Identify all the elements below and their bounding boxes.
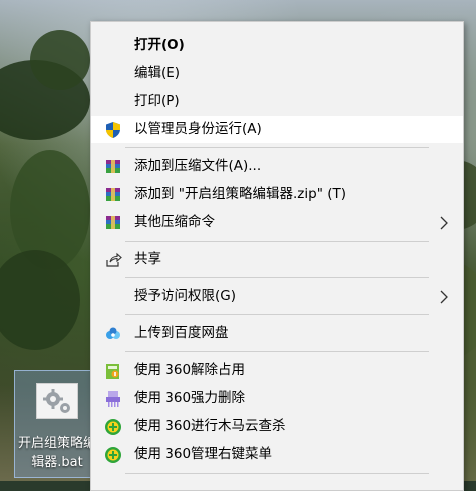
360-scan-icon (104, 418, 122, 436)
menu-item-label: 添加到压缩文件(A)... (134, 158, 262, 174)
batch-file-gear-icon (36, 383, 78, 419)
winrar-archive-icon (104, 158, 122, 176)
menu-separator (125, 473, 429, 474)
menu-separator (125, 314, 429, 315)
menu-item-label: 使用 360管理右键菜单 (134, 446, 273, 462)
menu-separator (125, 351, 429, 352)
360-shred-icon (104, 390, 122, 408)
winrar-archive-icon (104, 186, 122, 204)
menu-item-share[interactable]: 共享 (91, 246, 463, 273)
desktop-file-item[interactable]: 开启组策略编 辑器.bat (14, 370, 98, 478)
menu-item-360-unlock[interactable]: 使用 360解除占用 (91, 357, 463, 384)
menu-separator (125, 241, 429, 242)
menu-item-add-to-zip[interactable]: 添加到 "开启组策略编辑器.zip" (T) (91, 181, 463, 208)
baidu-netdisk-icon (104, 325, 122, 343)
menu-item-360-menu[interactable]: 使用 360管理右键菜单 (91, 441, 463, 468)
menu-separator (125, 277, 429, 278)
menu-item-label: 打印(P) (134, 93, 180, 109)
menu-item-360-shred[interactable]: 使用 360强力删除 (91, 385, 463, 412)
360-unlock-icon (104, 362, 122, 380)
menu-item-label: 共享 (134, 251, 161, 267)
menu-item-label: 其他压缩命令 (134, 214, 215, 230)
menu-item-label: 打开(O) (134, 37, 185, 53)
menu-item-other-compress[interactable]: 其他压缩命令 (91, 209, 463, 236)
menu-item-add-to-archive[interactable]: 添加到压缩文件(A)... (91, 153, 463, 180)
menu-item-label: 添加到 "开启组策略编辑器.zip" (T) (134, 186, 346, 202)
menu-item-print[interactable]: 打印(P) (91, 88, 463, 115)
desktop-file-name: 开启组策略编 辑器.bat (17, 436, 96, 470)
menu-item-360-scan[interactable]: 使用 360进行木马云查杀 (91, 413, 463, 440)
menu-item-open[interactable]: 打开(O) (91, 32, 463, 59)
chevron-right-icon (439, 215, 449, 231)
menu-item-baidu-upload[interactable]: 上传到百度网盘 (91, 320, 463, 347)
menu-item-label: 编辑(E) (134, 65, 181, 81)
menu-item-run-as-admin[interactable]: 以管理员身份运行(A) (91, 116, 463, 143)
menu-item-grant-access[interactable]: 授予访问权限(G) (91, 283, 463, 310)
chevron-right-icon (439, 289, 449, 305)
menu-item-label: 使用 360解除占用 (134, 362, 246, 378)
menu-separator (125, 147, 429, 148)
360-manage-icon (104, 446, 122, 464)
share-icon (104, 251, 122, 269)
winrar-archive-icon (104, 214, 122, 232)
menu-item-label: 使用 360进行木马云查杀 (134, 418, 286, 434)
uac-shield-icon (104, 121, 122, 139)
menu-item-label: 使用 360强力删除 (134, 390, 246, 406)
menu-item-label: 以管理员身份运行(A) (134, 121, 262, 137)
context-menu: 打开(O) 编辑(E) 打印(P) 以管理员身份运行(A) 添加到压缩文件(A)… (90, 21, 464, 491)
menu-item-label: 授予访问权限(G) (134, 288, 236, 304)
menu-item-edit[interactable]: 编辑(E) (91, 60, 463, 87)
menu-item-label: 上传到百度网盘 (134, 325, 229, 341)
